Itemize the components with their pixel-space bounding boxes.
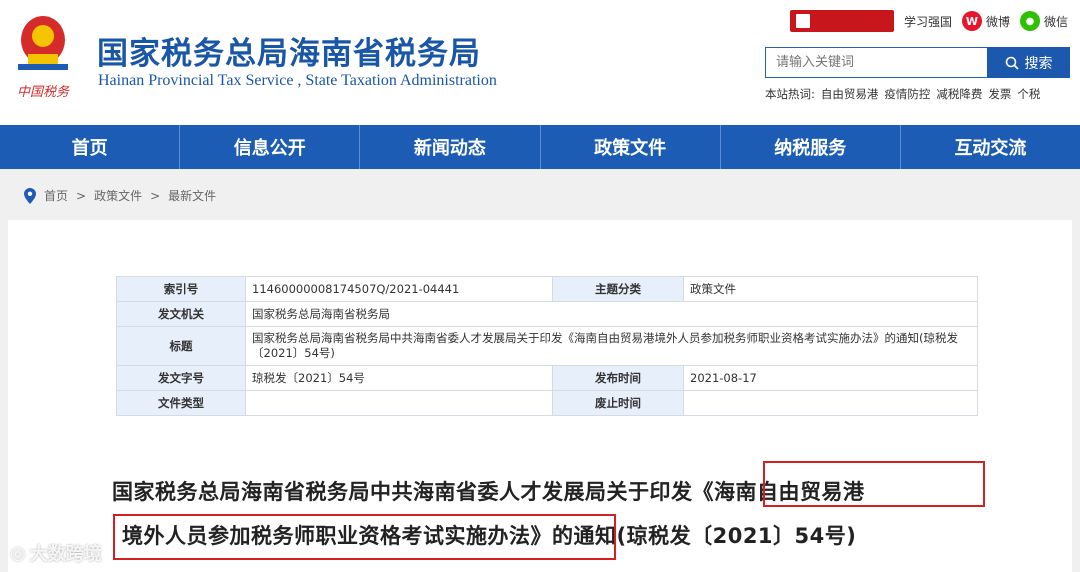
nav-item-home[interactable]: 首页	[0, 125, 181, 169]
xuexi-logo-icon	[795, 14, 810, 28]
expire-label: 废止时间	[552, 390, 684, 416]
highlight-box-1	[763, 461, 985, 507]
issuer-value: 国家税务总局海南省税务局	[245, 301, 978, 327]
top-links: 学习强国 W 微博 ● 微信	[789, 10, 1068, 32]
hot-word-link[interactable]: 疫情防控	[884, 86, 930, 102]
breadcrumb-separator: >	[150, 188, 161, 203]
docno-value: 琼税发〔2021〕54号	[245, 365, 553, 391]
category-value: 政策文件	[683, 276, 978, 302]
site-header: 中国税务 国家税务总局海南省税务局 Hainan Provincial Tax …	[0, 0, 1080, 125]
hot-word-link[interactable]: 自由贸易港	[821, 86, 879, 102]
search-box: 搜索	[765, 47, 1070, 78]
index-value: 11460000008174507Q/2021-04441	[245, 276, 553, 302]
table-row: 索引号 11460000008174507Q/2021-04441 主题分类 政…	[116, 276, 978, 302]
watermark: ◎ 大数跨境	[10, 540, 102, 566]
nav-item-tax-service[interactable]: 纳税服务	[721, 125, 901, 169]
breadcrumb-latest[interactable]: 最新文件	[168, 187, 216, 204]
search-icon	[1005, 56, 1019, 70]
wechat-link[interactable]: ● 微信	[1019, 11, 1068, 31]
search-input[interactable]	[765, 47, 987, 78]
title-label: 标题	[116, 326, 246, 366]
site-title: 国家税务总局海南省税务局	[97, 36, 481, 72]
wechat-icon: ●	[1019, 11, 1040, 31]
nav-item-policy[interactable]: 政策文件	[541, 125, 721, 169]
docno-label: 发文字号	[116, 365, 246, 391]
expire-value	[683, 390, 978, 416]
highlight-box-2	[113, 514, 616, 560]
weibo-label: 微博	[985, 14, 1010, 29]
xuexi-banner-badge[interactable]	[789, 10, 894, 32]
hot-words: 本站热词: 自由贸易港 疫情防控 减税降费 发票 个税	[765, 86, 1040, 102]
table-row: 发文字号 琼税发〔2021〕54号 发布时间 2021-08-17	[116, 365, 978, 391]
weibo-icon: W	[961, 11, 982, 31]
xuexi-link[interactable]: 学习强国	[904, 13, 952, 30]
search-button-label: 搜索	[1024, 55, 1053, 72]
hot-word-link[interactable]: 个税	[1017, 86, 1040, 102]
index-label: 索引号	[116, 276, 246, 302]
hot-word-link[interactable]: 减税降费	[936, 86, 982, 102]
publish-value: 2021-08-17	[683, 365, 978, 391]
title-value: 国家税务总局海南省税务局中共海南省委人才发展局关于印发《海南自由贸易港境外人员参…	[245, 326, 978, 366]
site-subtitle: Hainan Provincial Tax Service , State Ta…	[98, 72, 497, 89]
breadcrumb-home[interactable]: 首页	[44, 187, 68, 204]
search-button[interactable]: 搜索	[987, 47, 1070, 78]
table-row: 发文机关 国家税务总局海南省税务局	[116, 301, 978, 327]
content-card: 索引号 11460000008174507Q/2021-04441 主题分类 政…	[8, 220, 1072, 572]
wechat-label: 微信	[1043, 14, 1068, 29]
watermark-text: 大数跨境	[29, 544, 102, 565]
breadcrumb: 首页 > 政策文件 > 最新文件	[24, 187, 216, 204]
issuer-label: 发文机关	[116, 301, 246, 327]
table-row: 文件类型 废止时间	[116, 390, 978, 416]
breadcrumb-policy[interactable]: 政策文件	[94, 187, 142, 204]
doctype-label: 文件类型	[116, 390, 246, 416]
category-label: 主题分类	[552, 276, 684, 302]
svg-text:中国税务: 中国税务	[17, 84, 70, 99]
publish-label: 发布时间	[552, 365, 684, 391]
nav-item-news[interactable]: 新闻动态	[360, 125, 541, 169]
main-nav: 首页 信息公开 新闻动态 政策文件 纳税服务 互动交流	[0, 125, 1080, 169]
table-row: 标题 国家税务总局海南省税务局中共海南省委人才发展局关于印发《海南自由贸易港境外…	[116, 326, 978, 366]
xuexi-label: 学习强国	[903, 14, 952, 29]
doctype-value	[245, 390, 553, 416]
document-meta-table: 索引号 11460000008174507Q/2021-04441 主题分类 政…	[116, 276, 978, 416]
breadcrumb-separator: >	[76, 188, 87, 203]
nav-item-interaction[interactable]: 互动交流	[901, 125, 1080, 169]
watermark-icon: ◎	[10, 542, 26, 564]
hot-word-link[interactable]: 发票	[988, 86, 1011, 102]
nav-item-info-disclosure[interactable]: 信息公开	[180, 125, 361, 169]
tax-emblem-logo[interactable]: 中国税务	[8, 10, 78, 106]
location-pin-icon	[24, 187, 36, 204]
hot-words-label: 本站热词:	[765, 87, 815, 101]
weibo-link[interactable]: W 微博	[961, 11, 1010, 31]
